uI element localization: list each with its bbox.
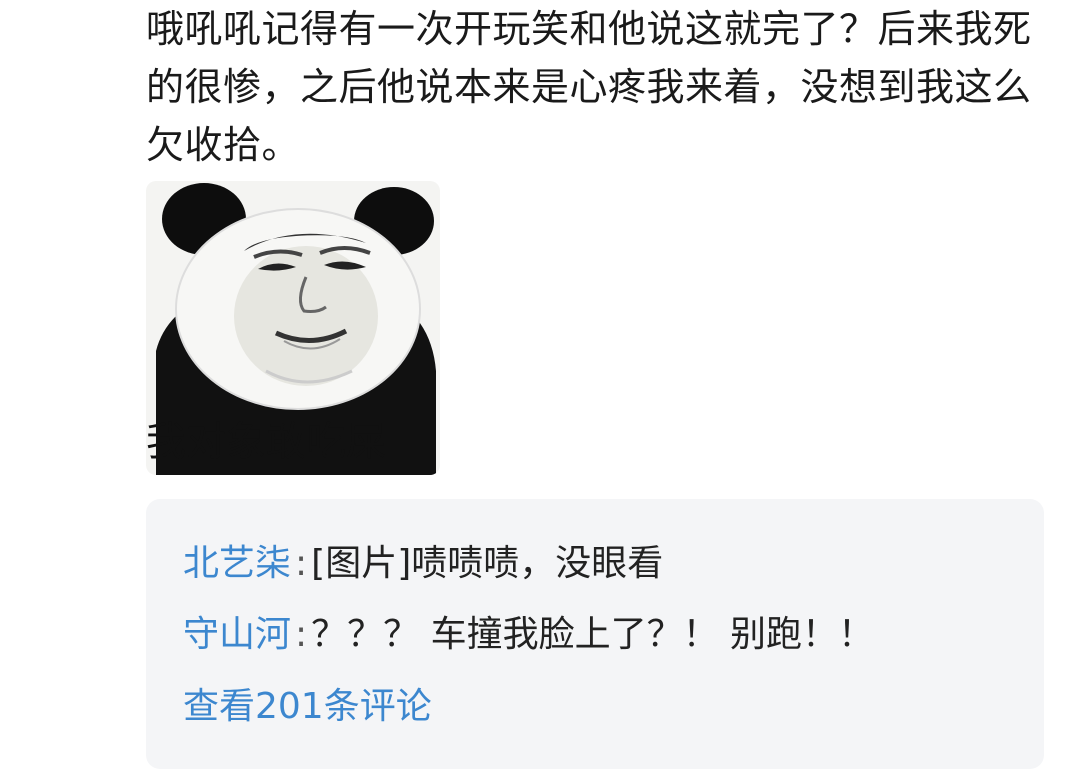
post-card: 哦吼吼记得有一次开玩笑和他说这就完了？后来我死的很惨，之后他说本来是心疼我来着，…	[0, 0, 1080, 774]
comment-item[interactable]: 北艺柒: [图片]啧啧啧，没眼看	[183, 542, 663, 586]
comment-item[interactable]: 守山河:？？？ 车撞我脸上了？！ 别跑！！	[183, 613, 874, 657]
view-all-comments-link[interactable]: 查看201条评论	[183, 685, 432, 729]
comment-separator: :	[295, 543, 308, 584]
post-body-text: 哦吼吼记得有一次开玩笑和他说这就完了？后来我死的很惨，之后他说本来是心疼我来着，…	[146, 7, 1032, 167]
comment-text: [图片]啧啧啧，没眼看	[311, 543, 664, 584]
comment-author[interactable]: 北艺柒	[183, 543, 291, 584]
meme-image[interactable]: 我对象敢吃屎	[146, 181, 440, 475]
meme-caption: 我对象敢吃屎	[146, 419, 386, 465]
comment-author[interactable]: 守山河	[183, 614, 291, 655]
comment-text: ？？？ 车撞我脸上了？！ 别跑！！	[311, 614, 875, 655]
comment-separator: :	[295, 614, 308, 655]
